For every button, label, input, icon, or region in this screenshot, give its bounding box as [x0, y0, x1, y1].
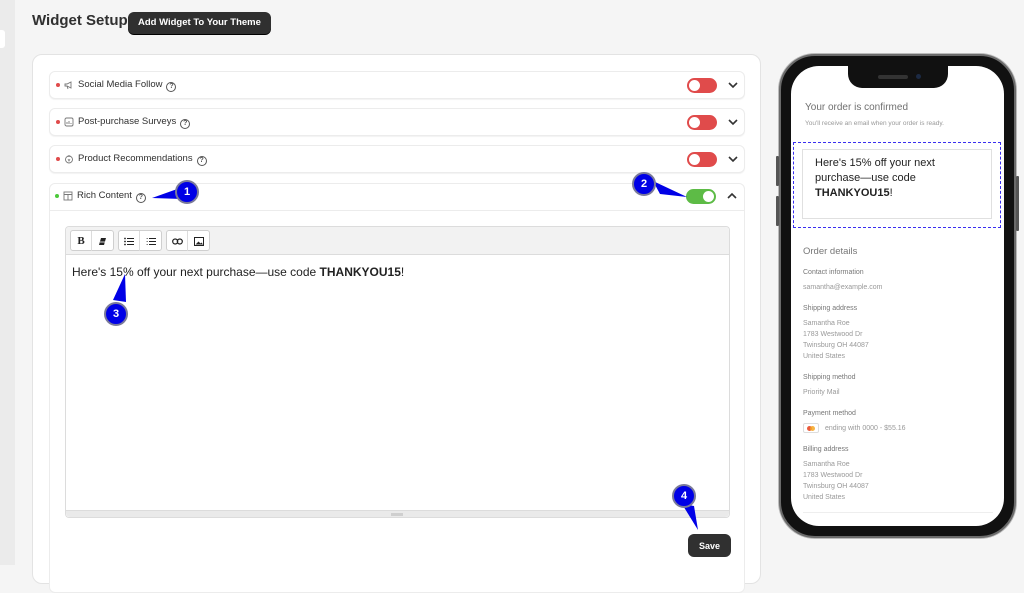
status-dot-disabled	[56, 157, 60, 161]
address-line: United States	[803, 494, 846, 501]
megaphone-icon	[64, 81, 72, 90]
address-line: Samantha Roe	[803, 320, 850, 327]
address-line: 1783 Westwood Dr	[803, 472, 863, 479]
chevron-up-icon[interactable]	[725, 189, 739, 203]
address-line: 1783 Westwood Dr	[803, 331, 863, 338]
contact-label: Contact information	[803, 269, 864, 276]
image-button[interactable]	[188, 231, 209, 251]
preview-discount-code: THANKYOU15	[815, 187, 890, 199]
order-details-heading: Order details	[803, 246, 858, 257]
link-button[interactable]	[167, 231, 188, 251]
image-icon	[193, 236, 204, 246]
preview-text-suffix: !	[889, 187, 893, 199]
status-dot-disabled	[56, 83, 60, 87]
help-icon[interactable]: ?	[166, 82, 177, 92]
divider	[803, 512, 993, 513]
mastercard-icon	[803, 423, 819, 434]
widget-label: Rich Content?	[77, 190, 146, 203]
address-line: United States	[803, 353, 846, 360]
bold-button[interactable]: B	[71, 231, 92, 251]
help-icon[interactable]: ?	[196, 156, 207, 166]
numbered-list-button[interactable]	[140, 231, 161, 251]
callout-badge-1: 1	[175, 180, 199, 204]
editor-toolbar: B	[66, 227, 729, 255]
address-line: Samantha Roe	[803, 461, 850, 468]
left-sidebar-rail	[0, 0, 15, 565]
text-layout-icon	[63, 191, 73, 201]
resize-grip[interactable]	[391, 513, 403, 516]
chevron-down-icon[interactable]	[726, 152, 740, 166]
billing-address-label: Billing address	[803, 446, 849, 453]
address-line: Twinsburg OH 44087	[803, 342, 869, 349]
shipping-address-label: Shipping address	[803, 305, 858, 312]
clear-format-button[interactable]	[92, 231, 113, 251]
chevron-down-icon[interactable]	[726, 78, 740, 92]
bullet-list-button[interactable]	[119, 231, 140, 251]
phone-preview-frame: Your order is confirmed You'll receive a…	[776, 54, 1019, 538]
status-dot-disabled	[56, 120, 60, 124]
phone-screen: Your order is confirmed You'll receive a…	[791, 66, 1004, 526]
page-title: Widget Setup	[32, 12, 128, 29]
save-button[interactable]: Save	[688, 534, 731, 557]
divider	[50, 210, 744, 211]
widget-settings-panel: Social Media Follow? Post-purchase Surve…	[32, 54, 761, 593]
recommendation-icon	[65, 155, 73, 164]
widget-toggle[interactable]	[686, 189, 716, 204]
payment-method-text: ending with 0000 - $55.16	[825, 425, 906, 432]
accordion-social-media-follow[interactable]: Social Media Follow?	[49, 71, 745, 99]
eraser-icon	[99, 237, 106, 245]
order-confirmed-title: Your order is confirmed	[805, 102, 909, 113]
payment-method: ending with 0000 - $55.16	[803, 423, 993, 434]
editor-resize-bar[interactable]	[66, 510, 729, 517]
payment-method-label: Payment method	[803, 410, 856, 417]
widget-label: Post-purchase Surveys?	[78, 116, 191, 129]
accordion-product-recommendations[interactable]: Product Recommendations?	[49, 145, 745, 173]
shipping-method: Priority Mail	[803, 389, 840, 396]
status-dot-enabled	[55, 194, 59, 198]
order-confirmed-subtitle: You'll receive an email when your order …	[805, 120, 944, 127]
preview-text: Here's 15% off your next purchase—use co…	[815, 157, 935, 184]
widget-toggle[interactable]	[687, 78, 717, 93]
order-status-header: Your order is confirmed You'll receive a…	[805, 102, 995, 127]
contact-email: samantha@example.com	[803, 284, 883, 291]
camera-icon	[916, 74, 921, 79]
help-icon[interactable]: ?	[135, 193, 146, 203]
survey-chart-icon	[64, 117, 74, 127]
phone-notch	[848, 66, 948, 88]
shipping-address: Samantha Roe 1783 Westwood Dr Twinsburg …	[803, 318, 993, 362]
address-line: Twinsburg OH 44087	[803, 483, 869, 490]
phone-power-button	[1016, 176, 1019, 231]
add-widget-to-theme-button[interactable]: Add Widget To Your Theme	[128, 12, 271, 34]
shipping-method-label: Shipping method	[803, 374, 856, 381]
discount-code-text: THANKYOU15	[319, 265, 401, 279]
sidebar-tab[interactable]	[0, 30, 5, 48]
callout-badge-3: 3	[104, 302, 128, 326]
callout-badge-4: 4	[672, 484, 696, 508]
accordion-post-purchase-surveys[interactable]: Post-purchase Surveys?	[49, 108, 745, 136]
order-details-section: Order details Contact information samant…	[803, 246, 993, 515]
help-icon[interactable]: ?	[180, 119, 191, 129]
callout-badge-2: 2	[632, 172, 656, 196]
widget-label: Product Recommendations?	[78, 153, 207, 166]
accordion-rich-content: Rich Content? B Here's 15% off your next…	[49, 183, 745, 593]
editor-content-area[interactable]: Here's 15% off your next purchase—use co…	[66, 255, 729, 289]
rich-text-editor: B Here's 15% off your next purchase—use …	[65, 226, 730, 518]
phone-volume-button	[776, 196, 779, 226]
phone-volume-button	[776, 156, 779, 186]
widget-preview-content: Here's 15% off your next purchase—use co…	[802, 149, 992, 219]
editor-text-suffix: !	[400, 265, 405, 279]
chevron-down-icon[interactable]	[726, 115, 740, 129]
bullet-list-icon	[124, 237, 134, 245]
widget-toggle[interactable]	[687, 152, 717, 167]
billing-address: Samantha Roe 1783 Westwood Dr Twinsburg …	[803, 459, 993, 503]
numbered-list-icon	[146, 237, 156, 245]
rich-content-widget-preview[interactable]: Here's 15% off your next purchase—use co…	[793, 142, 1001, 228]
widget-label: Social Media Follow?	[78, 79, 177, 92]
widget-toggle[interactable]	[687, 115, 717, 130]
link-icon	[171, 237, 183, 245]
